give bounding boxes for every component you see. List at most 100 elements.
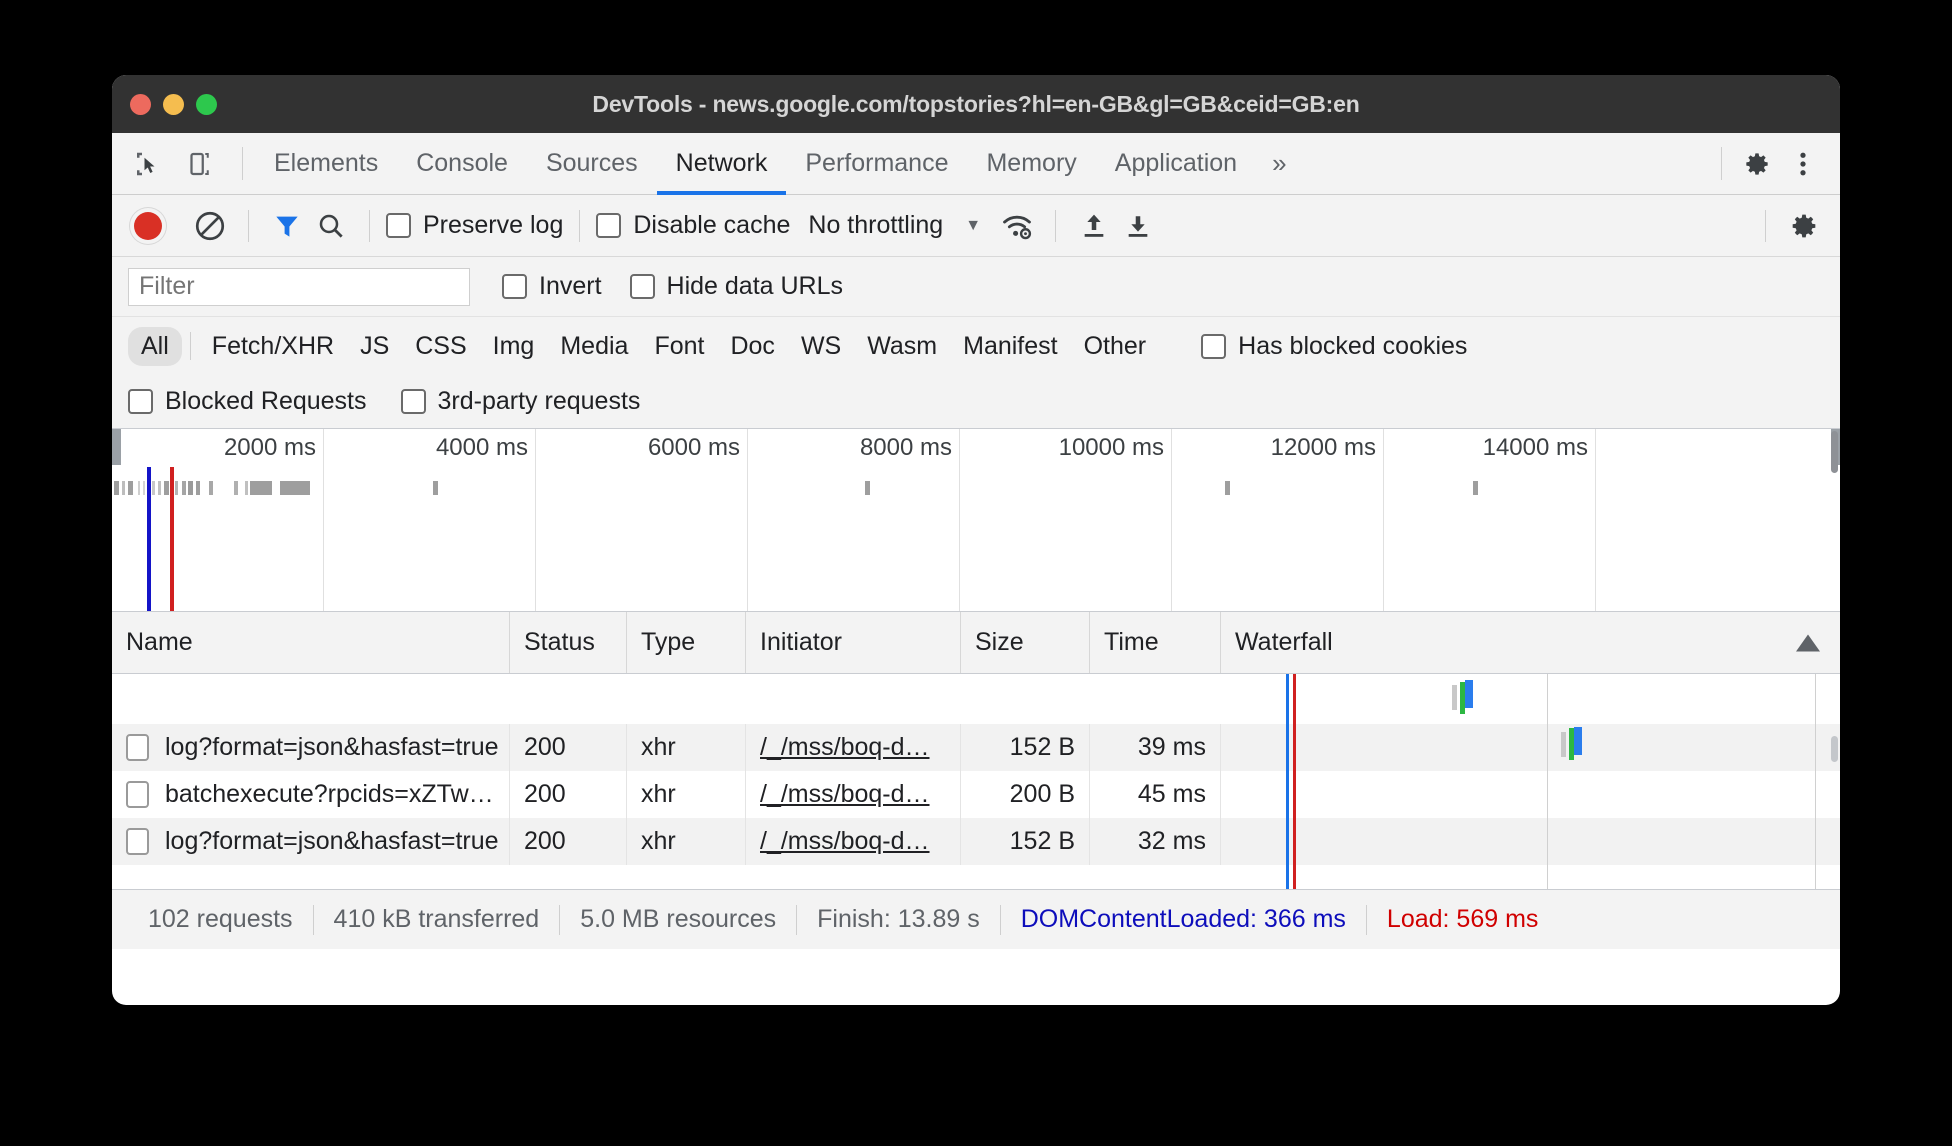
tab-console[interactable]: Console: [397, 133, 527, 194]
record-button[interactable]: [134, 211, 162, 240]
screen-background: DevTools - news.google.com/topstories?hl…: [0, 0, 1952, 1146]
invert-checkbox[interactable]: Invert: [502, 272, 602, 301]
column-header-initiator[interactable]: Initiator: [746, 612, 961, 673]
table-row[interactable]: batchexecute?rpcids=xZTw… 200 xhr /_/mss…: [112, 771, 1840, 818]
has-blocked-cookies-box[interactable]: [1201, 333, 1227, 359]
tab-sources[interactable]: Sources: [527, 133, 657, 194]
column-header-status[interactable]: Status: [510, 612, 627, 673]
column-header-size[interactable]: Size: [961, 612, 1090, 673]
initiator-link[interactable]: /_/mss/boq-d…: [760, 827, 930, 856]
overview-tick-10000: 10000 ms: [960, 429, 1172, 611]
search-magnifier-icon[interactable]: [309, 204, 353, 248]
column-header-time[interactable]: Time: [1090, 612, 1221, 673]
kebab-menu-icon[interactable]: [1780, 141, 1826, 187]
cell-initiator[interactable]: /_/mss/boq-d…: [746, 771, 961, 818]
export-har-icon[interactable]: [1116, 204, 1160, 248]
network-toolbar: Preserve log Disable cache No throttling…: [112, 195, 1840, 257]
network-conditions-icon[interactable]: [995, 204, 1039, 248]
maximize-button[interactable]: [196, 93, 217, 115]
filter-chip-media[interactable]: Media: [547, 327, 641, 366]
filter-chip-img[interactable]: Img: [480, 327, 548, 366]
cell-initiator[interactable]: /_/mss/boq-d…: [746, 818, 961, 865]
blocked-requests-label: Blocked Requests: [165, 387, 367, 415]
cell-initiator[interactable]: /_/mss/boq-d…: [746, 724, 961, 771]
filter-chip-css[interactable]: CSS: [402, 327, 479, 366]
column-header-type[interactable]: Type: [627, 612, 746, 673]
import-har-icon[interactable]: [1072, 204, 1116, 248]
filter-input[interactable]: [128, 267, 470, 306]
row-checkbox[interactable]: [126, 734, 149, 761]
filter-chip-doc[interactable]: Doc: [717, 327, 787, 366]
cell-size: 152 B: [961, 724, 1090, 771]
filter-funnel-icon[interactable]: [265, 204, 309, 248]
clear-button[interactable]: [188, 204, 232, 248]
overview-tick-6000: 6000 ms: [536, 429, 748, 611]
third-party-requests-box[interactable]: [400, 389, 426, 414]
device-toolbar-icon[interactable]: [178, 143, 220, 185]
overview-selection-left-handle[interactable]: [112, 429, 121, 465]
filter-chip-all[interactable]: All: [128, 326, 182, 366]
has-blocked-cookies-label: Has blocked cookies: [1238, 331, 1468, 360]
tab-memory[interactable]: Memory: [967, 133, 1095, 194]
blocked-requests-checkbox[interactable]: Blocked Requests: [128, 387, 367, 416]
more-tabs-chevron-icon[interactable]: »: [1256, 133, 1302, 194]
tabbar-right-divider: [1721, 147, 1722, 180]
preserve-log-box[interactable]: [386, 213, 411, 238]
disable-cache-box[interactable]: [596, 213, 622, 238]
row-checkbox[interactable]: [126, 828, 149, 855]
network-settings-gear-icon[interactable]: [1782, 204, 1826, 248]
third-party-requests-checkbox[interactable]: 3rd-party requests: [400, 387, 640, 416]
cell-type: xhr: [627, 771, 746, 818]
cell-waterfall: [1221, 771, 1840, 818]
tab-network[interactable]: Network: [656, 133, 787, 195]
overview-tick-label-2000: 2000 ms: [223, 434, 316, 461]
filter-chip-ws[interactable]: WS: [788, 327, 854, 366]
row-checkbox[interactable]: [126, 781, 149, 808]
invert-box[interactable]: [502, 274, 527, 299]
table-row[interactable]: log?format=json&hasfast=true 200 xhr /_/…: [112, 724, 1840, 771]
initiator-link[interactable]: /_/mss/boq-d…: [760, 780, 930, 809]
overview-tick-label-10000: 10000 ms: [1058, 434, 1164, 461]
request-name: batchexecute?rpcids=xZTw…: [165, 780, 494, 808]
gear-icon[interactable]: [1734, 141, 1780, 187]
cell-type: xhr: [627, 724, 746, 771]
preserve-log-checkbox[interactable]: Preserve log: [386, 211, 563, 240]
filter-chip-js[interactable]: JS: [347, 327, 402, 366]
network-overview-timeline[interactable]: 2000 ms 4000 ms 6000 ms 8000 ms 10000 ms…: [112, 429, 1840, 612]
filter-chip-wasm[interactable]: Wasm: [854, 327, 950, 366]
tab-application[interactable]: Application: [1096, 133, 1256, 194]
overview-domcontentloaded-line: [147, 467, 151, 611]
column-header-waterfall[interactable]: Waterfall: [1221, 612, 1840, 673]
tab-performance[interactable]: Performance: [786, 133, 967, 194]
tab-elements[interactable]: Elements: [255, 133, 397, 194]
hide-data-urls-checkbox[interactable]: Hide data URLs: [629, 272, 843, 301]
cell-time: 32 ms: [1090, 818, 1221, 865]
inspect-element-icon[interactable]: [126, 143, 168, 185]
tab-console-label: Console: [416, 149, 508, 177]
close-button[interactable]: [130, 93, 151, 115]
column-header-name[interactable]: Name: [112, 612, 510, 673]
throttling-select[interactable]: No throttling ▼: [808, 211, 981, 240]
toolbar-divider-1: [248, 209, 249, 242]
overview-scrollbar[interactable]: [1831, 431, 1838, 473]
toolbar-divider-3: [579, 209, 581, 242]
hide-data-urls-box[interactable]: [629, 274, 655, 299]
tab-performance-label: Performance: [805, 149, 949, 177]
disable-cache-checkbox[interactable]: Disable cache: [596, 211, 790, 240]
filter-chip-font[interactable]: Font: [641, 327, 717, 366]
filter-chip-manifest[interactable]: Manifest: [950, 327, 1070, 366]
cell-name: batchexecute?rpcids=xZTw…: [112, 771, 510, 818]
name-cell-content: batchexecute?rpcids=xZTw…: [126, 780, 494, 809]
table-row[interactable]: log?format=json&hasfast=true 200 xhr /_/…: [112, 818, 1840, 865]
blocked-requests-box[interactable]: [128, 389, 153, 414]
minimize-button[interactable]: [163, 93, 184, 115]
blocked-filter-bar: Blocked Requests 3rd-party requests: [112, 375, 1840, 429]
filter-chip-fetch-xhr[interactable]: Fetch/XHR: [199, 327, 347, 366]
request-name: log?format=json&hasfast=true: [165, 733, 499, 761]
name-cell-content: log?format=json&hasfast=true: [126, 733, 499, 762]
preserve-log-label: Preserve log: [423, 211, 564, 239]
initiator-link[interactable]: /_/mss/boq-d…: [760, 733, 930, 762]
window-title: DevTools - news.google.com/topstories?hl…: [592, 90, 1360, 117]
has-blocked-cookies-checkbox[interactable]: Has blocked cookies: [1201, 332, 1467, 361]
filter-chip-other[interactable]: Other: [1071, 327, 1160, 366]
